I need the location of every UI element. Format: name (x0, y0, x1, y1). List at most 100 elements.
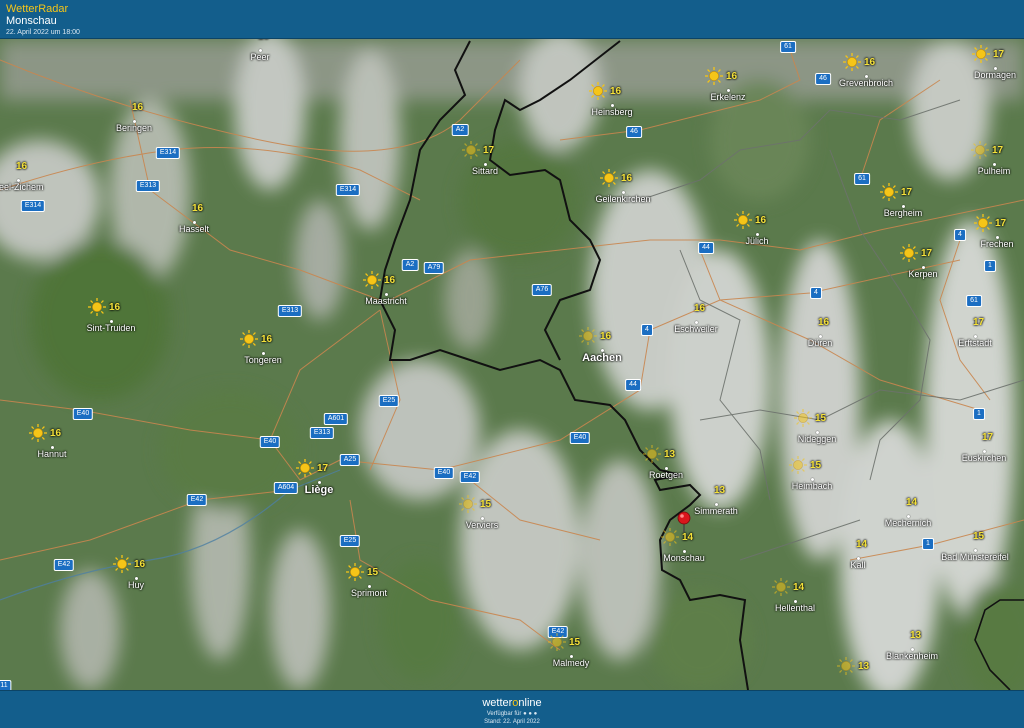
sun-icon (899, 243, 919, 263)
temperature-label: 16 (258, 39, 269, 42)
city-label[interactable]: Blankenheim (886, 651, 938, 661)
road-shield: E40 (72, 408, 94, 420)
city-label[interactable]: Verviers (466, 520, 499, 530)
sun-icon (547, 632, 567, 652)
location-pin-icon[interactable] (677, 511, 691, 533)
sun-icon (842, 52, 862, 72)
road-shield: 11 (0, 680, 12, 690)
sun-icon (879, 182, 899, 202)
sun-icon (733, 210, 753, 230)
app-title: WetterRadar (6, 3, 69, 15)
city-label[interactable]: Grevenbroich (839, 78, 893, 88)
city-label[interactable]: Kerpen (908, 269, 937, 279)
city-label[interactable]: Dormagen (974, 70, 1016, 80)
temperature-label: 13 (858, 661, 870, 672)
road-shield: 61 (854, 173, 870, 185)
city-label[interactable]: Heel-Zichem (0, 182, 44, 192)
temperature-label: 15 (973, 531, 985, 542)
sun-icon (458, 494, 478, 514)
city-label[interactable]: Eschweiler (674, 324, 718, 334)
road-shield: E313 (309, 427, 335, 439)
road-shield: E40 (259, 436, 281, 448)
road-shield: E42 (186, 494, 208, 506)
temperature-label: 17 (992, 145, 1004, 156)
road-shield: 61 (966, 295, 982, 307)
city-label[interactable]: Bad Münstereifel (941, 552, 1009, 562)
road-shield: A604 (273, 482, 299, 494)
city-label[interactable]: Jülich (745, 236, 768, 246)
city-label[interactable]: Geilenkirchen (595, 194, 650, 204)
city-label[interactable]: Monschau (663, 553, 705, 563)
road-shield: 1 (984, 260, 996, 272)
city-label[interactable]: Beringen (116, 123, 152, 133)
road-shield: E313 (135, 180, 161, 192)
sun-icon (971, 44, 991, 64)
city-label[interactable]: Tongeren (244, 355, 282, 365)
city-label[interactable]: Roetgen (649, 470, 683, 480)
temperature-label: 16 (621, 173, 633, 184)
temperature-label: 16 (16, 161, 28, 172)
city-label[interactable]: Heimbach (792, 481, 833, 491)
sun-icon (836, 656, 856, 676)
sun-icon (642, 444, 662, 464)
city-label[interactable]: Maastricht (365, 296, 407, 306)
city-label[interactable]: Bergheim (884, 208, 923, 218)
temperature-label: 15 (569, 637, 581, 648)
temperature-label: 13 (910, 630, 922, 641)
city-label[interactable]: Mechernich (885, 518, 932, 528)
platform-icon: ● ● ● (523, 711, 538, 717)
location-title: Monschau (6, 15, 57, 27)
temperature-label: 16 (192, 203, 204, 214)
stand-date: Stand: 22. April 2022 (484, 719, 540, 725)
temperature-label: 16 (864, 57, 876, 68)
temperature-label: 13 (714, 485, 726, 496)
road-shield: E314 (335, 184, 361, 196)
city-label[interactable]: Simmerath (694, 506, 738, 516)
city-label[interactable]: Erftstadt (958, 338, 992, 348)
availability-line: Verfügbar für ● ● ● (0, 710, 1024, 718)
app-header: WetterRadar Monschau 22. April 2022 um 1… (0, 0, 1024, 39)
city-label[interactable]: Frechen (980, 239, 1013, 249)
city-label[interactable]: Hannut (37, 449, 66, 459)
brand-text-end: nline (518, 697, 542, 709)
sun-icon (112, 554, 132, 574)
city-label[interactable]: Aachen (582, 352, 622, 364)
city-label[interactable]: Sittard (472, 166, 498, 176)
city-label[interactable]: Erkelenz (710, 92, 745, 102)
road-shield: 1 (973, 408, 985, 420)
road-shield: 46 (626, 126, 642, 138)
city-label[interactable]: Peer (250, 52, 269, 62)
road-shield: E25 (339, 535, 361, 547)
road-shield: A2 (451, 124, 469, 136)
city-label[interactable]: Nideggen (798, 434, 837, 444)
sun-icon (362, 270, 382, 290)
road-shield: E42 (53, 559, 75, 571)
city-label[interactable]: Düren (808, 338, 833, 348)
temperature-label: 17 (995, 218, 1007, 229)
sun-icon (87, 297, 107, 317)
city-label[interactable]: Euskirchen (962, 453, 1007, 463)
city-label[interactable]: Huy (128, 580, 144, 590)
brand-logo[interactable]: wetteronline (0, 697, 1024, 710)
road-shield: E40 (569, 432, 591, 444)
radar-map[interactable]: 61 46 46 A2 E314 E313 E314 E314 61 44 4 1 A2 A79 A76 4 6… (0, 39, 1024, 690)
road-shield: E314 (155, 147, 181, 159)
city-label[interactable]: Malmedy (553, 658, 590, 668)
city-label[interactable]: Hasselt (179, 224, 209, 234)
sun-icon (28, 423, 48, 443)
temperature-label: 16 (261, 334, 273, 345)
road-shield: 4 (810, 287, 822, 299)
city-label[interactable]: Heinsberg (591, 107, 632, 117)
temperature-label: 16 (50, 428, 62, 439)
temperature-label: 16 (600, 331, 612, 342)
city-label[interactable]: Kall (850, 560, 865, 570)
city-label[interactable]: Hellenthal (775, 603, 815, 613)
temperature-label: 17 (921, 248, 933, 259)
temperature-label: 16 (134, 559, 146, 570)
city-label[interactable]: Pulheim (978, 166, 1011, 176)
temperature-label: 16 (726, 71, 738, 82)
city-label[interactable]: Sint-Truiden (87, 323, 136, 333)
city-label[interactable]: Liège (305, 484, 334, 496)
sun-icon (970, 140, 990, 160)
city-label[interactable]: Sprimont (351, 588, 387, 598)
